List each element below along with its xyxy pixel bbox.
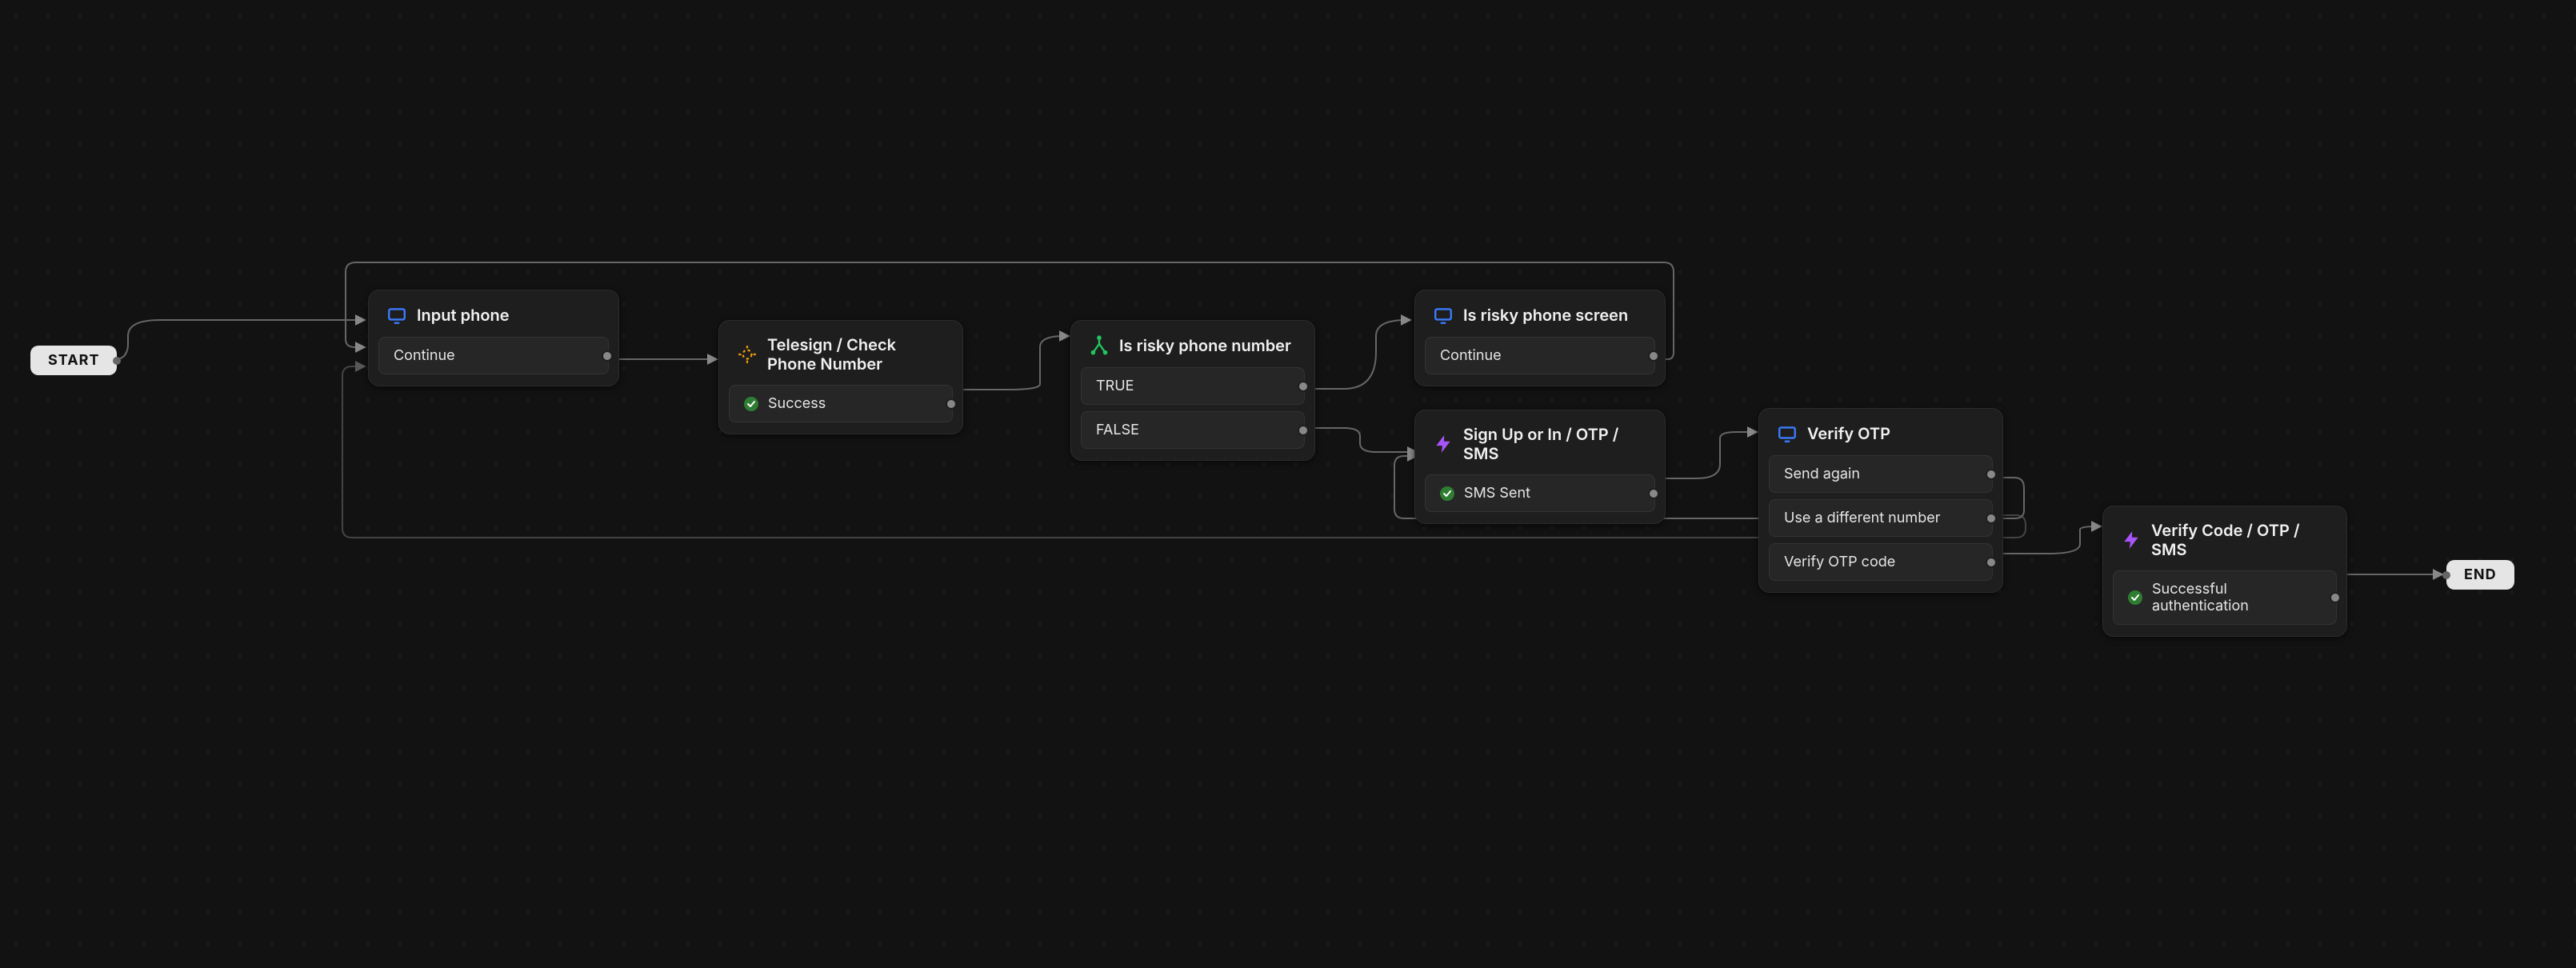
row-port-out [1648,350,1659,362]
terminal-end-port [2442,571,2450,579]
node-header: Verify OTP [1759,409,2002,455]
terminal-end[interactable]: END [2446,560,2514,590]
node-title: Input phone [417,306,510,325]
row-continue[interactable]: Continue [1425,337,1655,374]
node-title: Verify OTP [1807,424,1890,443]
terminal-start-label: START [48,352,99,369]
terminal-end-label: END [2464,566,2497,583]
row-true[interactable]: TRUE [1081,367,1305,405]
node-title: Is risky phone screen [1463,306,1628,325]
node-header: Input phone [369,290,618,337]
success-icon [2128,590,2142,605]
node-is-risky-screen[interactable]: Is risky phone screen Continue [1414,290,1666,386]
row-port-out [2330,592,2341,603]
row-port-out [1298,381,1309,392]
row-port-out [946,398,957,410]
bolt-icon [1433,434,1454,454]
node-header: Is risky phone number [1071,321,1314,367]
node-title: Telesign / Check Phone Number [767,335,945,374]
node-verify-otp[interactable]: Verify OTP Send again Use a different nu… [1758,408,2003,593]
row-false[interactable]: FALSE [1081,411,1305,449]
node-header: Is risky phone screen [1415,290,1665,337]
row-sms-sent[interactable]: SMS Sent [1425,474,1655,512]
node-title: Is risky phone number [1119,336,1291,355]
row-label: Successful authentication [2152,581,2322,614]
success-icon [1440,486,1454,501]
node-is-risky-number[interactable]: Is risky phone number TRUE FALSE [1070,320,1315,461]
row-port-out [1986,513,1997,524]
row-label: Use a different number [1784,510,1941,526]
row-port-out [1298,425,1309,436]
row-port-out [1986,469,1997,480]
success-icon [744,397,758,411]
row-continue[interactable]: Continue [378,337,609,374]
row-label: Success [768,395,826,412]
node-sign-up[interactable]: Sign Up or In / OTP / SMS SMS Sent [1414,410,1666,524]
telesign-icon [737,344,758,365]
row-label: SMS Sent [1464,485,1530,502]
screen-icon [1777,423,1798,444]
node-title: Verify Code / OTP / SMS [2151,521,2329,559]
row-verify-code[interactable]: Verify OTP code [1769,543,1993,581]
row-label: Continue [394,347,455,364]
node-header: Verify Code / OTP / SMS [2103,506,2346,570]
row-label: Verify OTP code [1784,554,1895,570]
node-telesign[interactable]: Telesign / Check Phone Number Success [718,320,963,434]
split-icon [1089,335,1110,356]
row-port-out [1986,557,1997,568]
node-input-phone[interactable]: Input phone Continue [368,290,619,386]
node-title: Sign Up or In / OTP / SMS [1463,425,1647,463]
node-header: Telesign / Check Phone Number [719,321,962,385]
row-port-out [602,350,613,362]
row-label: TRUE [1096,378,1134,394]
screen-icon [1433,305,1454,326]
node-header: Sign Up or In / OTP / SMS [1415,410,1665,474]
row-success[interactable]: Success [729,385,953,422]
row-label: FALSE [1096,422,1139,438]
row-successful-auth[interactable]: Successful authentication [2113,570,2337,625]
screen-icon [386,305,407,326]
bolt-icon [2121,530,2142,550]
row-use-diff-number[interactable]: Use a different number [1769,499,1993,537]
row-label: Send again [1784,466,1860,482]
row-label: Continue [1440,347,1502,364]
row-send-again[interactable]: Send again [1769,455,1993,493]
flow-canvas[interactable]: START END Input phone Continue [0,0,2576,968]
node-verify-code[interactable]: Verify Code / OTP / SMS Successful authe… [2102,506,2347,637]
terminal-start[interactable]: START [30,346,117,375]
row-port-out [1648,488,1659,499]
terminal-start-port [113,357,121,365]
flow-connectors [0,0,2576,968]
